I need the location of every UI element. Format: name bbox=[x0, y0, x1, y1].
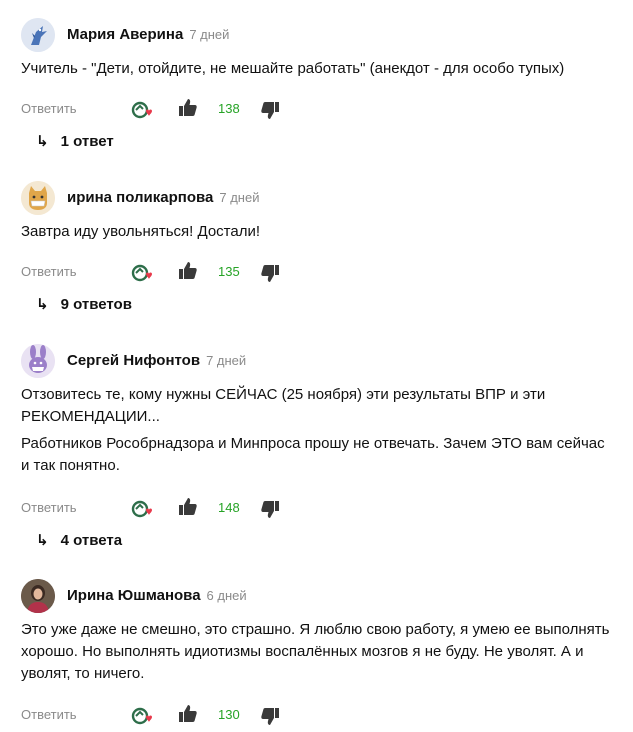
reply-button[interactable]: Ответить bbox=[21, 264, 77, 279]
thumbs-up-icon[interactable] bbox=[179, 261, 197, 280]
reaction-icon[interactable] bbox=[131, 100, 153, 120]
bunny-avatar[interactable] bbox=[21, 344, 55, 378]
author-name[interactable]: ирина поликарпова bbox=[67, 189, 213, 206]
show-replies-button[interactable]: ↳ 9 ответов bbox=[36, 295, 132, 313]
comment-actions: Ответить 138 bbox=[21, 98, 321, 122]
comment-paragraph: Работников Рособрнадзора и Минпроса прош… bbox=[21, 435, 605, 474]
reply-arrow-icon: ↳ bbox=[36, 133, 49, 150]
like-count: 148 bbox=[218, 500, 240, 515]
author-name[interactable]: Ирина Юшманова bbox=[67, 587, 201, 604]
thumbs-down-icon[interactable] bbox=[261, 264, 279, 283]
reply-arrow-icon: ↳ bbox=[36, 532, 49, 549]
comment-time: 7 дней bbox=[219, 190, 260, 205]
comment-actions: Ответить 148 bbox=[21, 497, 321, 521]
photo-avatar[interactable] bbox=[21, 579, 55, 613]
comment-text: Отзовитесь те, кому нужны СЕЙЧАС (25 ноя… bbox=[21, 384, 611, 477]
like-count: 138 bbox=[218, 101, 240, 116]
comment-paragraph: Отзовитесь те, кому нужны СЕЙЧАС (25 ноя… bbox=[21, 386, 546, 425]
reply-button[interactable]: Ответить bbox=[21, 707, 77, 722]
comment-paragraph: Завтра иду увольняться! Достали! bbox=[21, 223, 261, 240]
thumbs-up-icon[interactable] bbox=[179, 704, 197, 723]
reply-button[interactable]: Ответить bbox=[21, 101, 77, 116]
thumbs-down-icon[interactable] bbox=[261, 707, 279, 726]
comment-author[interactable]: Ирина Юшманова 6 дней bbox=[67, 587, 247, 604]
comment-author[interactable]: Мария Аверина 7 дней bbox=[67, 26, 229, 43]
like-count: 135 bbox=[218, 264, 240, 279]
show-replies-button[interactable]: ↳ 4 ответа bbox=[36, 531, 122, 549]
comment-time: 7 дней bbox=[189, 27, 230, 42]
comment-text: Учитель - "Дети, отойдите, не мешайте ра… bbox=[21, 58, 621, 80]
comment-text: Это уже даже не смешно, это страшно. Я л… bbox=[21, 619, 616, 685]
comment-paragraph: Учитель - "Дети, отойдите, не мешайте ра… bbox=[21, 60, 565, 77]
reaction-icon[interactable] bbox=[131, 499, 153, 519]
bird-avatar[interactable] bbox=[21, 18, 55, 52]
replies-count[interactable]: 1 ответ bbox=[61, 133, 114, 150]
thumbs-down-icon[interactable] bbox=[261, 101, 279, 120]
reaction-icon[interactable] bbox=[131, 706, 153, 726]
comment-time: 7 дней bbox=[206, 353, 247, 368]
thumbs-up-icon[interactable] bbox=[179, 98, 197, 117]
author-name[interactable]: Сергей Нифонтов bbox=[67, 352, 200, 369]
cat-mask-avatar[interactable] bbox=[21, 181, 55, 215]
thumbs-up-icon[interactable] bbox=[179, 497, 197, 516]
replies-count[interactable]: 9 ответов bbox=[61, 296, 132, 313]
comment-author[interactable]: Сергей Нифонтов 7 дней bbox=[67, 352, 246, 369]
like-count: 130 bbox=[218, 707, 240, 722]
replies-count[interactable]: 4 ответа bbox=[61, 532, 123, 549]
comment-time: 6 дней bbox=[206, 588, 247, 603]
reply-button[interactable]: Ответить bbox=[21, 500, 77, 515]
reaction-icon[interactable] bbox=[131, 263, 153, 283]
author-name[interactable]: Мария Аверина bbox=[67, 26, 183, 43]
thumbs-down-icon[interactable] bbox=[261, 500, 279, 519]
comment-actions: Ответить 130 bbox=[21, 704, 321, 728]
comment-paragraph: Это уже даже не смешно, это страшно. Я л… bbox=[21, 621, 610, 682]
reply-arrow-icon: ↳ bbox=[36, 296, 49, 313]
comment-text: Завтра иду увольняться! Достали! bbox=[21, 221, 621, 243]
comment-actions: Ответить 135 bbox=[21, 261, 321, 285]
show-replies-button[interactable]: ↳ 1 ответ bbox=[36, 132, 114, 150]
comment-author[interactable]: ирина поликарпова 7 дней bbox=[67, 189, 259, 206]
